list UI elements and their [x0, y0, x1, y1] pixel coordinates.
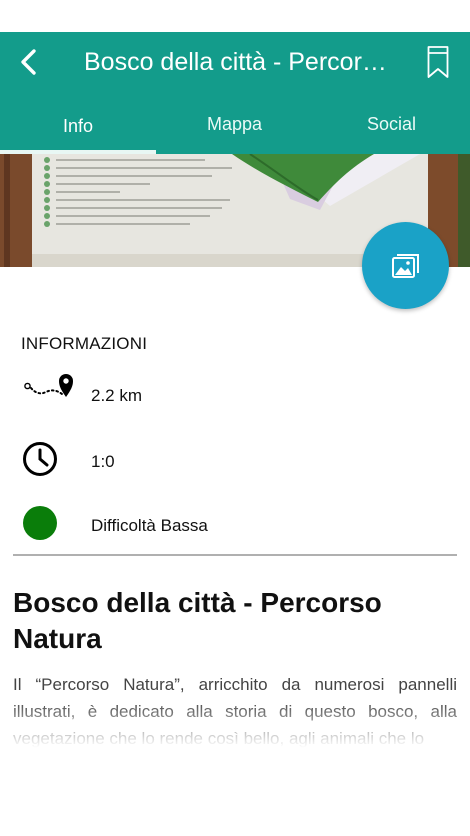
- tab-social-label: Social: [366, 114, 417, 134]
- tab-mappa-label: Mappa: [206, 114, 263, 134]
- section-label: INFORMAZIONI: [21, 334, 148, 353]
- route-distance-icon: [24, 374, 73, 397]
- description-fade: [0, 700, 470, 756]
- difficulty-indicator: [23, 506, 57, 540]
- tab-bar: Info Mappa Social: [0, 106, 470, 154]
- distance-row: 2.2 km: [0, 374, 470, 414]
- toolbar: Bosco della città - Percorso Natura: [0, 32, 470, 90]
- duration-row: 1:0: [0, 438, 470, 478]
- duration-value: 1:0: [91, 452, 115, 471]
- difficulty-value: Difficoltà Bassa: [91, 516, 208, 535]
- tab-info[interactable]: Info: [0, 106, 156, 154]
- page-title: Bosco della città - Percorso Natura: [84, 48, 394, 76]
- trail-heading: Bosco della città - Percorso Natura: [13, 587, 382, 654]
- tab-info-label: Info: [62, 116, 94, 136]
- divider: [13, 554, 457, 556]
- app-header: Bosco della città - Percorso Natura Info…: [0, 32, 470, 154]
- image-gallery-icon: [392, 254, 419, 278]
- tab-mappa[interactable]: Mappa: [156, 104, 313, 152]
- bookmark-icon[interactable]: [426, 45, 450, 79]
- gallery-button[interactable]: [362, 222, 449, 309]
- back-icon[interactable]: [14, 46, 46, 78]
- distance-value: 2.2 km: [91, 386, 143, 405]
- tab-social[interactable]: Social: [313, 104, 470, 152]
- clock-icon: [23, 442, 57, 476]
- difficulty-row: Difficoltà Bassa: [0, 502, 470, 542]
- status-bar: [0, 0, 470, 32]
